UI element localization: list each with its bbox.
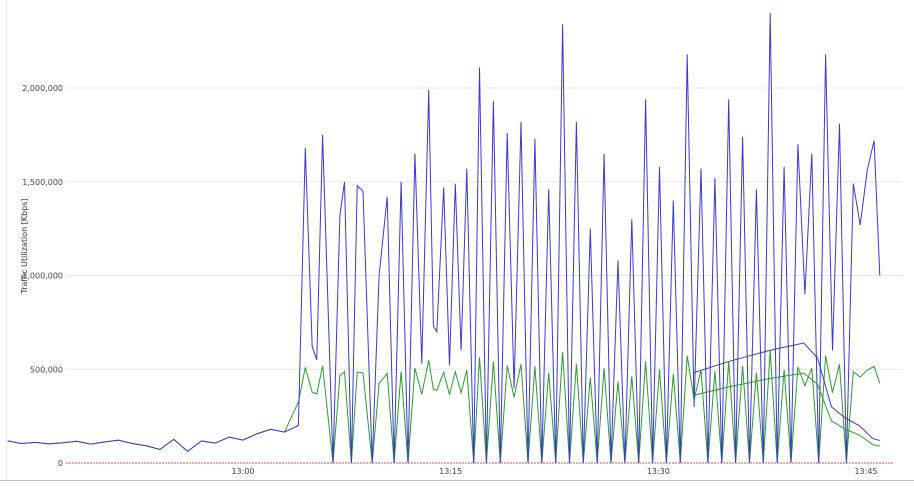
x-tick-label: 13:00 [231, 467, 254, 476]
y-tick-label: 500,000 [30, 365, 63, 374]
y-tick-label: 0 [58, 459, 63, 468]
traffic-utilization-chart: 0500,0001,000,0001,500,0002,000,000Traff… [7, 12, 903, 476]
x-tick-label: 13:30 [647, 467, 670, 476]
series-line-blue [7, 12, 881, 464]
chart-frame: 0 500,000 1,000,000 1,500,000 2,000,000 Traff… [0, 0, 914, 487]
y-tick-label: 2,000,000 [22, 84, 63, 93]
y-tick-label: 1,500,000 [22, 178, 63, 187]
x-tick-label: 13:45 [854, 467, 877, 476]
x-tick-label: 13:15 [439, 467, 462, 476]
y-axis-label: Traffic Utilization [Kbps] [20, 198, 29, 294]
